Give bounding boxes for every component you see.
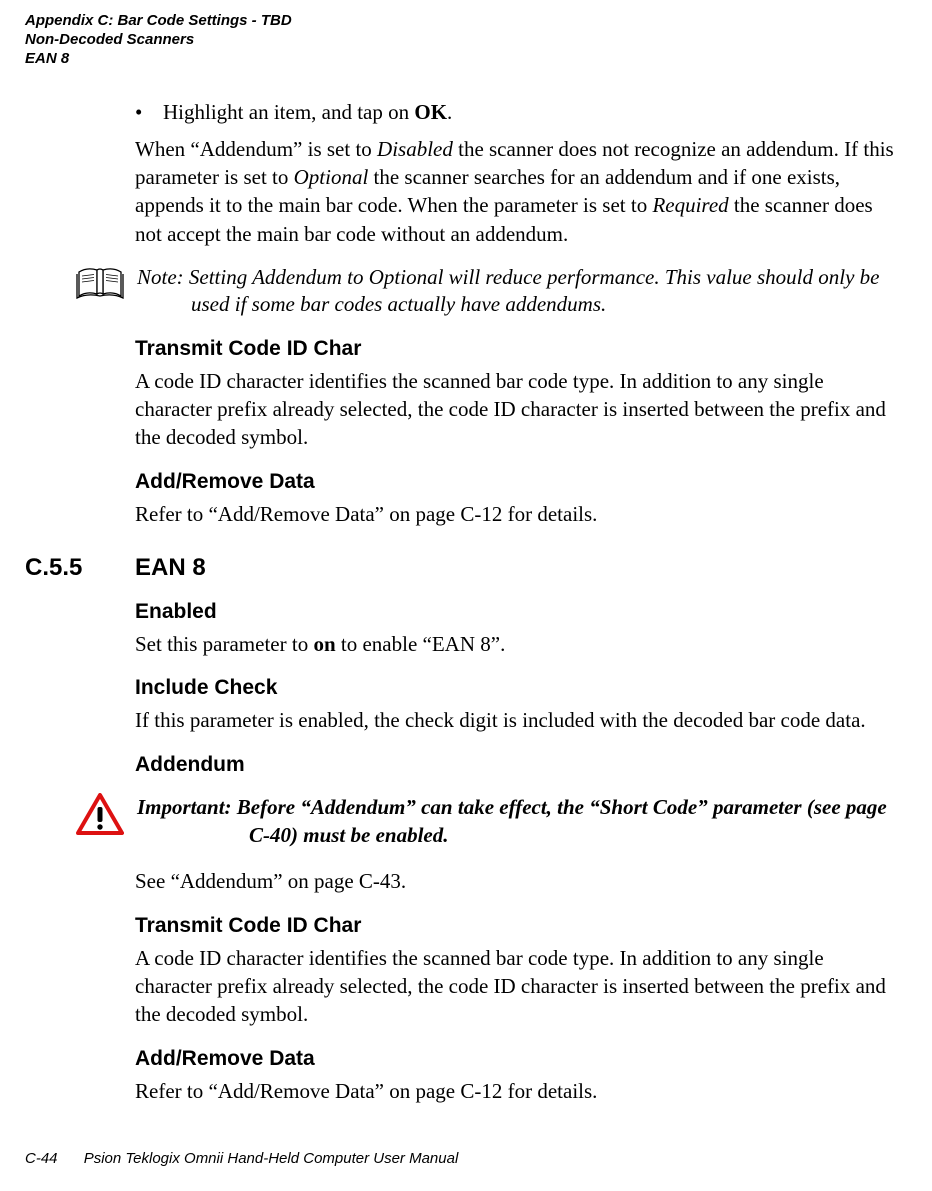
- important-line: Important: Before “Addendum” can take ef…: [137, 793, 899, 850]
- section-number: C.5.5: [25, 554, 135, 582]
- header-line-2: Non-Decoded Scanners: [25, 31, 907, 50]
- addendum-behavior-paragraph: When “Addendum” is set to Disabled the s…: [135, 135, 899, 248]
- paragraph-enabled: Set this parameter to on to enable “EAN …: [135, 630, 899, 658]
- heading-transmit-code-id-char-2: Transmit Code ID Char: [135, 914, 899, 938]
- book-icon: [65, 264, 135, 300]
- paragraph-transmit-code-id-char-2: A code ID character identifies the scann…: [135, 944, 899, 1029]
- heading-addendum: Addendum: [135, 753, 899, 777]
- heading-enabled: Enabled: [135, 600, 899, 624]
- heading-include-check: Include Check: [135, 676, 899, 700]
- content-area: Highlight an item, and tap on OK. When “…: [135, 98, 899, 1105]
- heading-add-remove-data-2: Add/Remove Data: [135, 1047, 899, 1071]
- running-header: Appendix C: Bar Code Settings - TBD Non-…: [25, 12, 907, 68]
- note-line: Note: Setting Addendum to Optional will …: [137, 264, 899, 319]
- bullet-list: Highlight an item, and tap on OK.: [135, 98, 899, 126]
- section-title: EAN 8: [135, 554, 206, 582]
- note-block: Note: Setting Addendum to Optional will …: [65, 264, 899, 319]
- paragraph-see-addendum: See “Addendum” on page C-43.: [135, 867, 899, 895]
- para-term-disabled: Disabled: [377, 137, 453, 161]
- bullet-text-pre: Highlight an item, and tap on: [163, 100, 414, 124]
- paragraph-transmit-code-id-char: A code ID character identifies the scann…: [135, 367, 899, 452]
- paragraph-add-remove-data: Refer to “Add/Remove Data” on page C-12 …: [135, 500, 899, 528]
- warning-icon: [65, 793, 135, 837]
- paragraph-add-remove-data-2: Refer to “Add/Remove Data” on page C-12 …: [135, 1077, 899, 1105]
- page-number: C-44: [25, 1150, 58, 1167]
- page: Appendix C: Bar Code Settings - TBD Non-…: [0, 0, 932, 1191]
- page-footer: C-44 Psion Teklogix Omnii Hand-Held Comp…: [25, 1150, 458, 1167]
- para-term-optional: Optional: [294, 165, 369, 189]
- important-block: Important: Before “Addendum” can take ef…: [65, 793, 899, 850]
- para-term-required: Required: [652, 193, 728, 217]
- paragraph-include-check: If this parameter is enabled, the check …: [135, 706, 899, 734]
- manual-title: Psion Teklogix Omnii Hand-Held Computer …: [84, 1150, 459, 1167]
- para-span: to enable “EAN 8”.: [336, 632, 506, 656]
- para-bold-on: on: [313, 632, 335, 656]
- section-heading-row: C.5.5 EAN 8: [135, 554, 899, 582]
- bullet-text-post: .: [447, 100, 452, 124]
- note-text: Note: Setting Addendum to Optional will …: [135, 264, 899, 319]
- para-span: Set this parameter to: [135, 632, 313, 656]
- bullet-item: Highlight an item, and tap on OK.: [135, 98, 899, 126]
- important-text: Important: Before “Addendum” can take ef…: [135, 793, 899, 850]
- heading-transmit-code-id-char: Transmit Code ID Char: [135, 337, 899, 361]
- header-line-3: EAN 8: [25, 50, 907, 69]
- bullet-text-bold: OK: [414, 100, 447, 124]
- heading-add-remove-data: Add/Remove Data: [135, 470, 899, 494]
- header-line-1: Appendix C: Bar Code Settings - TBD: [25, 12, 907, 31]
- para-span: When “Addendum” is set to: [135, 137, 377, 161]
